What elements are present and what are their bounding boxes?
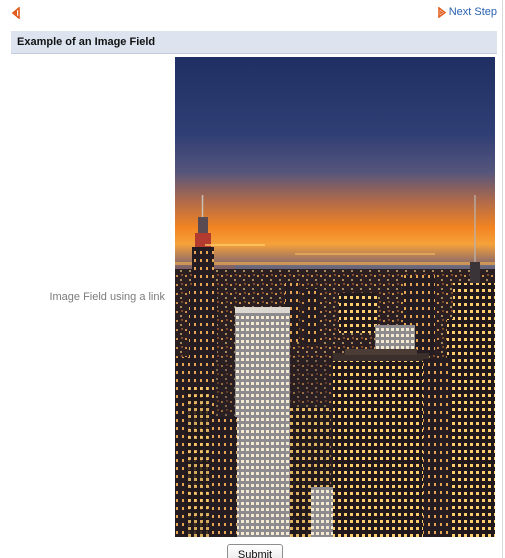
next-step-link[interactable]: Next Step bbox=[437, 5, 497, 19]
next-arrow-icon bbox=[437, 6, 446, 18]
image-field-label: Image Field using a link bbox=[49, 291, 165, 303]
form-page: Next Step Example of an Image Field Imag… bbox=[0, 0, 505, 558]
image-field-link[interactable] bbox=[175, 57, 495, 537]
back-link[interactable] bbox=[11, 6, 21, 20]
page-border bbox=[502, 0, 503, 558]
back-arrow-icon bbox=[11, 6, 20, 20]
section-header: Example of an Image Field bbox=[11, 31, 497, 54]
submit-button[interactable]: Submit bbox=[227, 544, 283, 558]
next-step-label: Next Step bbox=[448, 6, 497, 18]
section-title: Example of an Image Field bbox=[17, 36, 156, 48]
city-skyline-image bbox=[175, 57, 495, 537]
